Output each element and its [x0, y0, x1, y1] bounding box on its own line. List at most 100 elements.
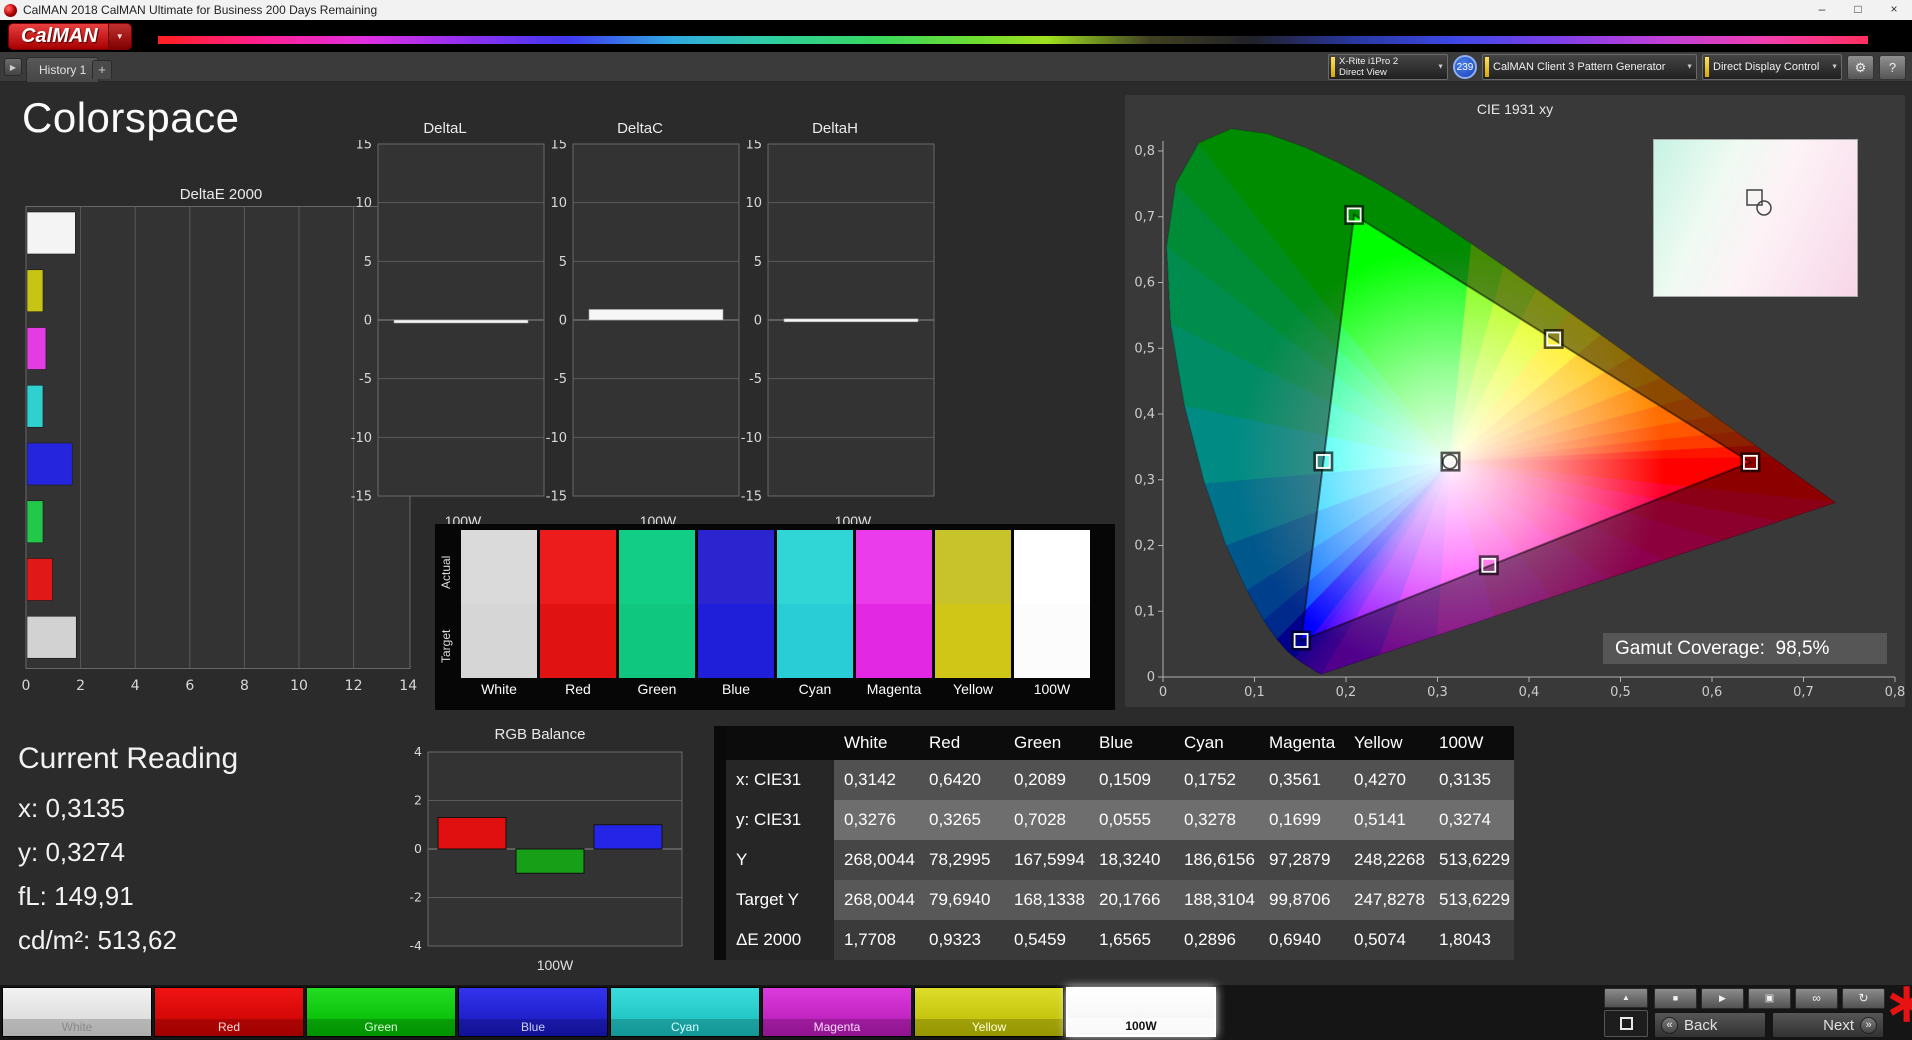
svg-text:0,4: 0,4 [1134, 407, 1155, 422]
table-row-label: x: CIE31 [726, 760, 834, 800]
svg-text:0: 0 [1159, 685, 1167, 700]
table-cell: 0,9323 [919, 920, 1004, 960]
app-icon [4, 3, 17, 17]
minimize-button[interactable]: – [1804, 0, 1840, 20]
pattern-button-100w[interactable]: 100W [1066, 987, 1216, 1037]
meter-dropdown[interactable]: X-Rite i1Pro 2 Direct View ▼ [1328, 54, 1448, 80]
play-button[interactable]: ▶ [1701, 988, 1744, 1009]
swatch-target [935, 604, 1011, 678]
window-shape-icon [1619, 1017, 1633, 1030]
pattern-generator-dropdown[interactable]: CalMAN Client 3 Pattern Generator ▼ [1482, 54, 1697, 80]
svg-text:10: 10 [355, 196, 372, 211]
deltae-bar-cyan [26, 384, 44, 428]
window-controls: – □ × [1804, 0, 1912, 20]
svg-text:0,1: 0,1 [1244, 685, 1265, 700]
deltae-bar-magenta [26, 327, 47, 370]
table-accent-bar [714, 726, 726, 960]
table-cell: 0,3561 [1259, 760, 1344, 800]
swatch-magenta: Magenta [856, 530, 932, 700]
rgb-balance-chart: RGB Balance 4 2 0 -2 -4 100W [392, 726, 688, 973]
tab-nav-arrow-icon[interactable]: ▶ [4, 58, 22, 76]
pattern-button-cyan[interactable]: Cyan [610, 987, 760, 1037]
rainbow-strip [158, 36, 1868, 44]
pattern-button-magenta[interactable]: Magenta [762, 987, 912, 1037]
current-reading-title: Current Reading [18, 742, 239, 775]
table-cell: 0,7028 [1004, 800, 1089, 840]
svg-text:-10: -10 [351, 431, 372, 446]
bottom-bar: White Red Green Blue Cyan Magenta Yellow 100W ▲… [0, 973, 1912, 1040]
table-cell: 78,2995 [919, 840, 1004, 880]
back-button[interactable]: « Back [1654, 1012, 1766, 1038]
continuous-measure-button[interactable]: ∞ [1795, 988, 1838, 1009]
table-cell: 1,7708 [834, 920, 919, 960]
rgb-bar-blue [593, 824, 663, 850]
pattern-button-green[interactable]: Green [306, 987, 456, 1037]
swatch-green: Green [619, 530, 695, 700]
pattern-button-red[interactable]: Red [154, 987, 304, 1037]
tab-history-1[interactable]: History 1 [26, 57, 100, 82]
help-button[interactable]: ? [1879, 54, 1906, 80]
table-cell: 20,1766 [1089, 880, 1174, 920]
table-cell: 0,1752 [1174, 760, 1259, 800]
svg-text:2: 2 [76, 678, 85, 694]
stop-button[interactable]: ■ [1654, 988, 1697, 1009]
deltae-bar-blue [26, 442, 73, 486]
swatch-row-label-actual: Actual [439, 555, 453, 589]
measurement-table: White Red Green Blue Cyan Magenta Yellow 100W x:… [726, 726, 1514, 960]
table-cell: 1,6565 [1089, 920, 1174, 960]
table-cell: 79,6940 [919, 880, 1004, 920]
maximize-button[interactable]: □ [1840, 0, 1876, 20]
display-control-dropdown[interactable]: Direct Display Control ▼ [1702, 54, 1842, 80]
table-cell: 0,3276 [834, 800, 919, 840]
reading-value: y: 0,3274 [18, 837, 125, 867]
pattern-button-white[interactable]: White [2, 987, 152, 1037]
svg-text:-10: -10 [546, 431, 567, 446]
pattern-button-label: 100W [1068, 1018, 1214, 1035]
calman-logo-menu[interactable]: CalMAN ▼ [8, 23, 132, 50]
cie-panel: CIE 1931 xy 0 0,1 0,2 0,3 0,4 0,5 0,6 0,7 0,8 0 0,… [1125, 95, 1905, 707]
pattern-button-yellow[interactable]: Yellow [914, 987, 1064, 1037]
table-cell: 97,2879 [1259, 840, 1344, 880]
help-icon: ? [1888, 59, 1897, 75]
swatch-actual [698, 530, 774, 604]
swatch-label: Blue [721, 681, 751, 697]
hardware-toolbar: X-Rite i1Pro 2 Direct View ▼ 239 CalMAN … [1328, 54, 1906, 80]
table-row: ΔE 2000 1,7708 0,9323 0,5459 1,6565 0,2896 0,6… [726, 920, 1514, 960]
tab-add-button[interactable]: + [92, 60, 112, 79]
table-cell: 0,5459 [1004, 920, 1089, 960]
eject-button[interactable]: ▲ [1604, 988, 1648, 1008]
alert-asterisk-icon: ∗ [1884, 973, 1912, 1033]
table-row-label: y: CIE31 [726, 800, 834, 840]
meter-badge: 239 [1453, 55, 1477, 79]
titlebar: CalMAN 2018 CalMAN Ultimate for Business… [0, 0, 1912, 20]
swatch-target [619, 604, 695, 678]
deltae-bar-yellow [26, 269, 44, 313]
svg-text:4: 4 [414, 746, 422, 759]
svg-text:6: 6 [185, 678, 194, 694]
single-measure-button[interactable]: ▣ [1748, 988, 1791, 1009]
pattern-window-button[interactable] [1604, 1010, 1648, 1037]
table-cell: 0,2089 [1004, 760, 1089, 800]
settings-button[interactable]: ⚙ [1847, 54, 1874, 80]
refresh-button[interactable]: ↻ [1842, 988, 1885, 1009]
table-row: y: CIE31 0,3276 0,3265 0,7028 0,0555 0,3278 0,… [726, 800, 1514, 840]
pattern-button-blue[interactable]: Blue [458, 987, 608, 1037]
deltal-chart-title: DeltaL [423, 120, 467, 137]
next-button[interactable]: Next » [1772, 1012, 1884, 1038]
cie-inset-svg [1746, 189, 1772, 216]
swatch-yellow: Yellow [935, 530, 1011, 700]
swatch-label: Magenta [866, 681, 922, 697]
table-column-header [726, 726, 834, 760]
swatch-target [856, 604, 932, 678]
back-chevrons-icon: « [1661, 1016, 1678, 1034]
swatch-blue: Blue [698, 530, 774, 700]
svg-text:0,5: 0,5 [1134, 341, 1155, 356]
deltac-chart-svg: 15 10 5 0 -5 -10 -15 [546, 138, 740, 505]
svg-text:0,3: 0,3 [1134, 473, 1155, 488]
logo-dropdown-arrow-icon[interactable]: ▼ [107, 23, 132, 50]
swatch-label: Green [637, 681, 677, 697]
close-button[interactable]: × [1876, 0, 1912, 20]
display-control-name: Direct Display Control [1713, 61, 1820, 73]
svg-text:2: 2 [414, 793, 422, 808]
pattern-generator-name: CalMAN Client 3 Pattern Generator [1493, 61, 1666, 73]
